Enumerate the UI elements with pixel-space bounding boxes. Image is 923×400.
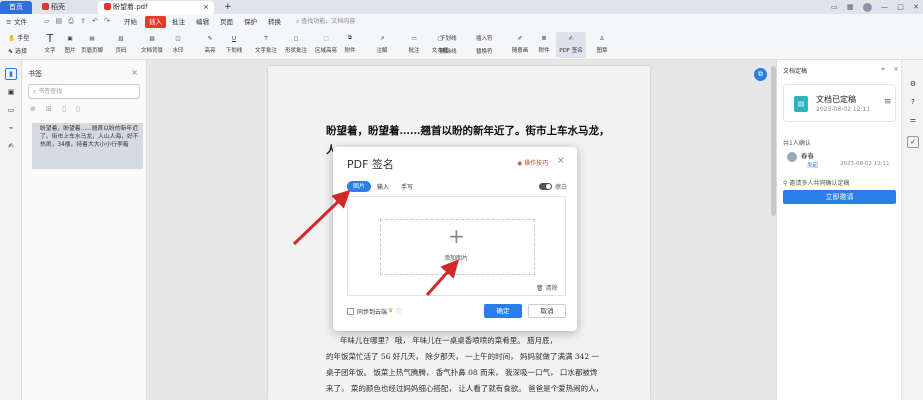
arrow-to-add-image (425, 259, 460, 297)
annotation-arrows (292, 189, 460, 297)
arrow-to-image-tab (292, 189, 351, 246)
